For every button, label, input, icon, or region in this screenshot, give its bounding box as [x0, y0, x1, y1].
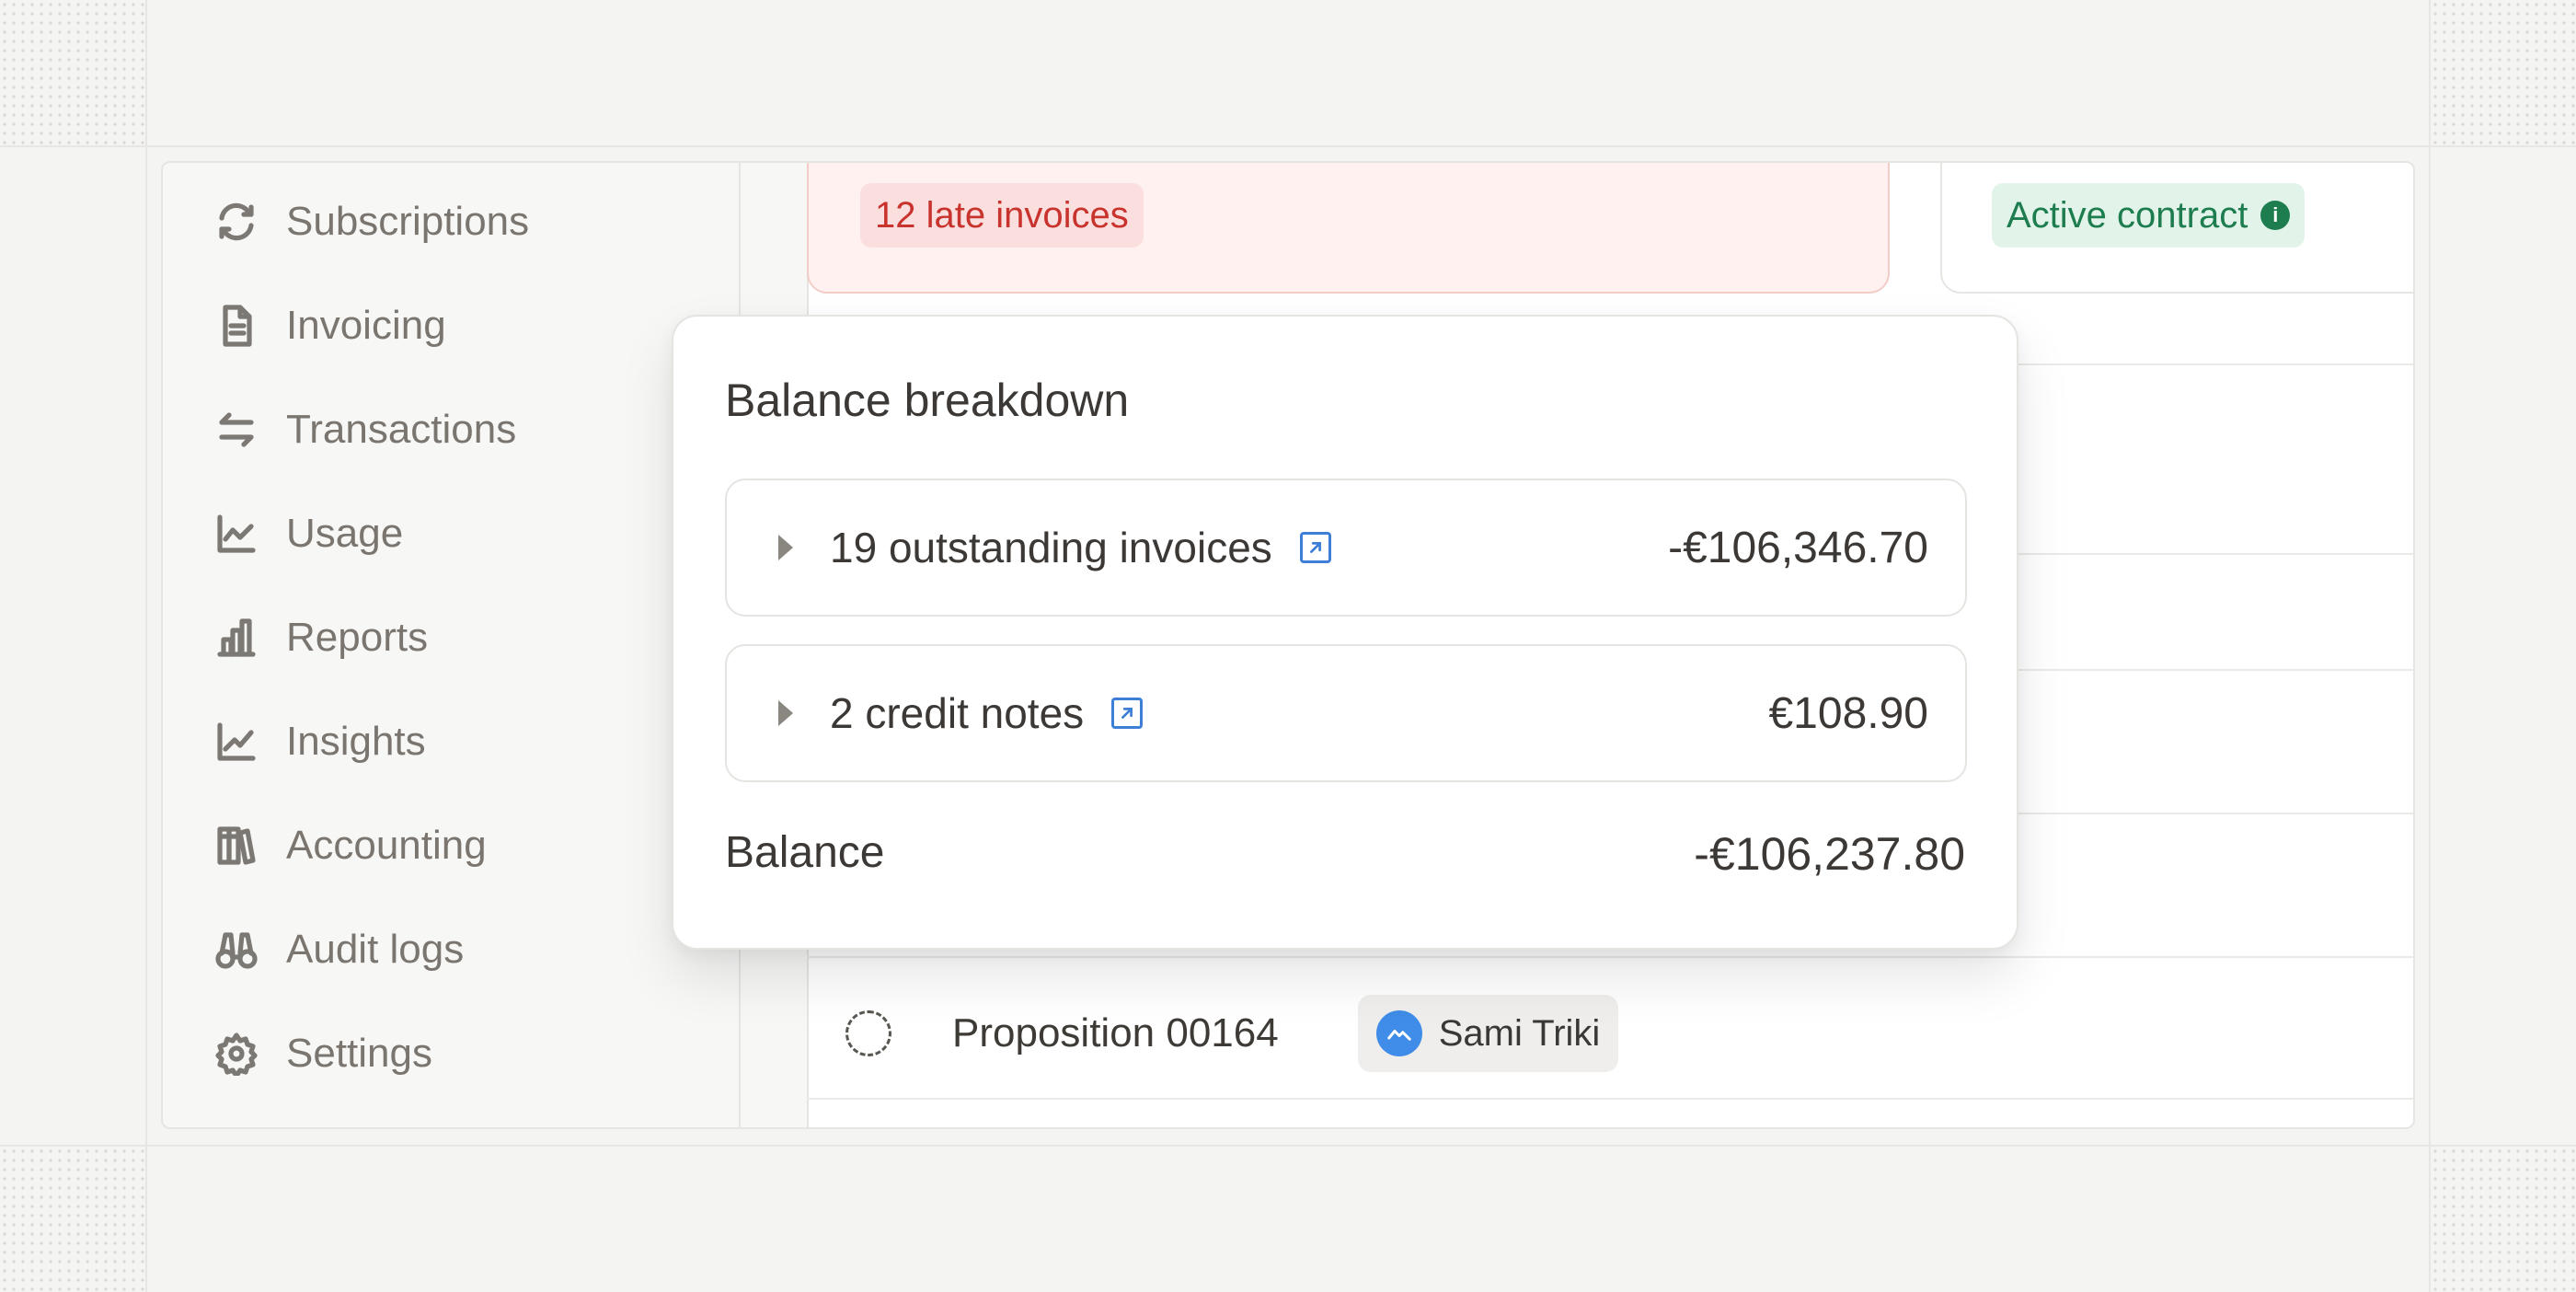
balance-label: Balance — [725, 828, 885, 877]
row-amount: -€106,346.70 — [1668, 523, 1928, 572]
table-row[interactable]: Proposition 00164 Sami Triki — [807, 963, 2413, 1103]
status-draft-icon — [845, 1010, 891, 1056]
sidebar-item-invoicing[interactable]: Invoicing — [214, 289, 446, 363]
sidebar-item-label: Accounting — [286, 823, 487, 868]
dot-pattern — [2431, 1147, 2576, 1292]
sidebar-item-reports[interactable]: Reports — [214, 601, 428, 675]
document-icon — [214, 304, 259, 348]
info-icon[interactable]: i — [2260, 201, 2291, 230]
dot-pattern — [2431, 0, 2576, 145]
contract-status-label: Active contract — [2007, 194, 2248, 236]
gear-icon — [214, 1032, 259, 1076]
frame-line-right — [2429, 0, 2431, 1292]
row-label: 19 outstanding invoices — [830, 524, 1272, 571]
binoculars-icon — [214, 928, 259, 972]
sidebar-item-label: Settings — [286, 1031, 432, 1076]
frame-line-left — [145, 0, 147, 1292]
books-icon — [214, 824, 259, 868]
dot-pattern — [0, 0, 145, 145]
user-chip[interactable]: Sami Triki — [1357, 995, 1619, 1072]
external-link-icon[interactable] — [1299, 532, 1331, 563]
balance-breakdown-popover: Balance breakdown 19 outstanding invoice… — [672, 315, 2018, 950]
refresh-icon — [214, 200, 259, 244]
sidebar-item-usage[interactable]: Usage — [214, 497, 403, 571]
row-amount: €108.90 — [1768, 688, 1928, 738]
avatar — [1375, 1010, 1422, 1056]
caret-right-icon[interactable] — [778, 535, 793, 560]
sidebar-item-label: Insights — [286, 719, 426, 764]
sidebar-item-subscriptions[interactable]: Subscriptions — [214, 185, 529, 259]
line-chart-icon — [214, 512, 259, 556]
bar-chart-icon — [214, 616, 259, 660]
sidebar-item-insights[interactable]: Insights — [214, 705, 426, 779]
sidebar-item-label: Invoicing — [286, 303, 446, 348]
contract-card: Active contract i — [1940, 163, 2413, 294]
sidebar-item-label: Usage — [286, 511, 404, 556]
row-label: 2 credit notes — [830, 689, 1085, 737]
sidebar-item-settings[interactable]: Settings — [214, 1017, 432, 1090]
sidebar-item-label: Transactions — [286, 407, 517, 452]
late-invoices-badge[interactable]: 12 late invoices — [860, 183, 1144, 248]
sidebar-item-accounting[interactable]: Accounting — [214, 809, 487, 882]
frame-line-bottom — [0, 1145, 2576, 1147]
sidebar-item-transactions[interactable]: Transactions — [214, 393, 516, 467]
sidebar: Subscriptions Invoicing Transactions Usa… — [163, 163, 741, 1127]
balance-amount: -€106,237.80 — [1694, 828, 1965, 880]
dot-pattern — [0, 1147, 145, 1292]
popover-title: Balance breakdown — [725, 375, 1130, 426]
sidebar-item-audit-logs[interactable]: Audit logs — [214, 913, 464, 986]
trend-up-icon — [214, 720, 259, 764]
outstanding-invoices-row[interactable]: 19 outstanding invoices -€106,346.70 — [725, 479, 1967, 617]
arrows-left-right-icon — [214, 408, 259, 452]
row-divider — [807, 956, 2413, 958]
sidebar-item-label: Subscriptions — [286, 199, 530, 244]
credit-notes-row[interactable]: 2 credit notes €108.90 — [725, 644, 1967, 782]
sidebar-item-label: Audit logs — [286, 927, 465, 972]
external-link-icon[interactable] — [1111, 698, 1144, 729]
proposition-name: Proposition 00164 — [952, 1010, 1279, 1056]
sidebar-item-label: Reports — [286, 615, 429, 660]
user-name: Sami Triki — [1438, 1012, 1601, 1054]
frame-line-top — [0, 145, 2576, 147]
active-contract-badge[interactable]: Active contract i — [1992, 183, 2306, 248]
late-invoices-card: 12 late invoices — [807, 163, 1890, 294]
caret-right-icon[interactable] — [778, 700, 793, 726]
